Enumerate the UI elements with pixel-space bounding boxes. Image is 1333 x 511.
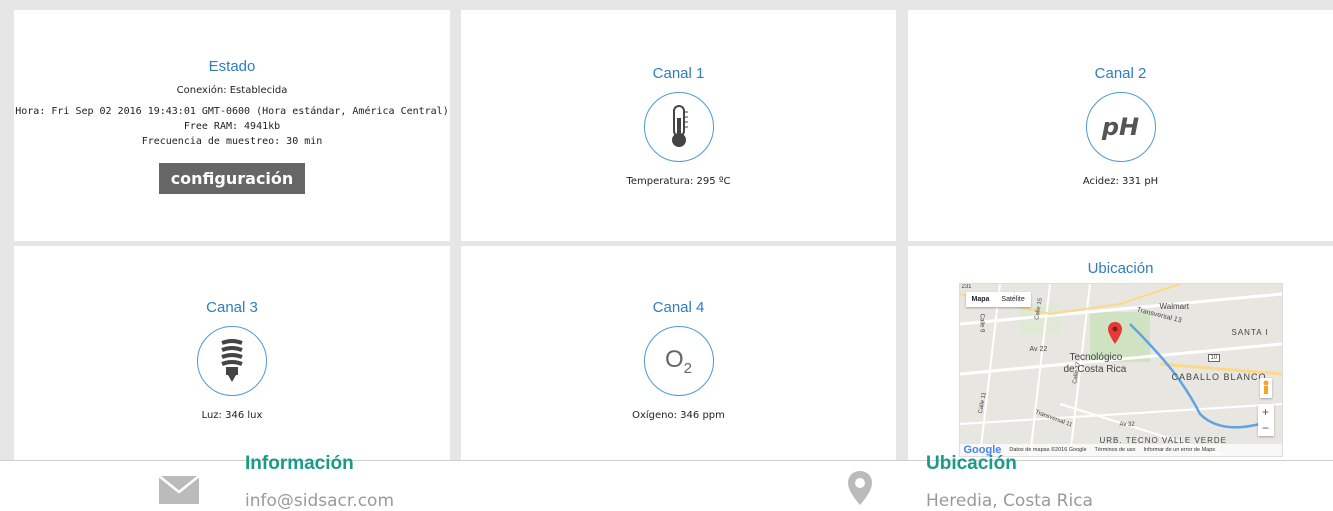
zoom-out-button[interactable]: − [1258,420,1274,436]
oxygen-icon-text: O [664,345,684,373]
estado-card: Estado Conexión: Establecida Hora: Fri S… [14,10,450,241]
map-label-santa: SANTA I [1231,328,1269,337]
footer-strip: Información info@sidsacr.com Ubicación H… [0,453,1333,511]
footer-email[interactable]: info@sidsacr.com [245,491,394,511]
location-pin-icon[interactable] [1107,322,1122,344]
canal3-card: Canal 3 Luz: 346 lux [14,246,450,460]
canal2-title: Canal 2 [1094,64,1147,82]
canal3-title: Canal 3 [206,299,258,316]
canal4-card: Canal 4 O2 Oxígeno: 346 ppm [461,246,896,460]
map-error-link[interactable]: Informar de un error de Maps [1144,447,1216,453]
map-zoom-control: + − [1257,404,1274,436]
map-terms-link[interactable]: Términos de uso [1095,447,1136,453]
map-tab-satelite[interactable]: Satélite [995,292,1030,307]
map-type-tabs: Mapa Satélite [965,292,1031,307]
oxygen-icon: O2 [643,326,714,396]
estado-title: Estado [208,57,256,75]
canal1-title: Canal 1 [652,64,705,82]
map-label-calle9: Calle 9 [977,313,984,333]
map-label-caballo: CABALLO BLANCO [1171,372,1267,382]
map-data-text: Datos de mapas ©2016 Google [1009,447,1087,453]
footer-location-title: Ubicación [926,453,1017,474]
light-bulb-icon [197,326,267,396]
ubicacion-title: Ubicación [1087,260,1154,277]
email-icon [158,475,200,508]
dashboard-grid: Estado Conexión: Establecida Hora: Fri S… [0,0,1333,460]
ph-icon-text: pH [1101,112,1140,141]
ph-icon: pH [1085,91,1156,162]
canal1-card: Canal 1 Temperatura: 295 ºC [461,10,896,241]
zoom-in-button[interactable]: + [1258,404,1274,420]
canal1-reading: Temperatura: 295 ºC [626,175,731,187]
canal4-reading: Oxígeno: 346 ppm [632,410,725,421]
oxygen-icon-sub: 2 [683,359,692,377]
configuracion-button[interactable]: configuración [158,162,306,194]
canal3-reading: Luz: 346 lux [201,410,263,421]
footer-info-title: Información [245,453,354,474]
pegman-icon[interactable] [1259,378,1272,398]
map-tab-mapa[interactable]: Mapa [966,292,996,307]
canal4-title: Canal 4 [652,299,705,316]
conexion-text: Conexión: Establecida [176,84,288,96]
location-map[interactable]: Mapa Satélite Walmart Tecnológico de Cos… [958,283,1283,457]
canal2-card: Canal 2 pH Acidez: 331 pH [908,10,1333,241]
map-label-walmart: Walmart [1159,302,1189,311]
map-marker-icon [848,471,872,509]
footer-place: Heredia, Costa Rica [926,491,1093,511]
hora-text: Hora: Fri Sep 02 2016 19:43:01 GMT-0600 … [15,105,449,117]
map-label-ruta10: 10 [1207,354,1221,362]
map-label-av22: Av 22 [1029,346,1048,353]
canal2-reading: Acidez: 331 pH [1082,175,1159,187]
ubicacion-card: Ubicación Mapa Satélite Walmart Tecnológ… [908,246,1333,460]
thermometer-icon [643,91,714,162]
map-label-av32: Av 32 [1119,422,1135,428]
ram-text: Free RAM: 4941kb [183,120,281,132]
map-label-ruta231: 231 [961,284,972,290]
frecuencia-text: Frecuencia de muestreo: 30 min [141,135,323,147]
